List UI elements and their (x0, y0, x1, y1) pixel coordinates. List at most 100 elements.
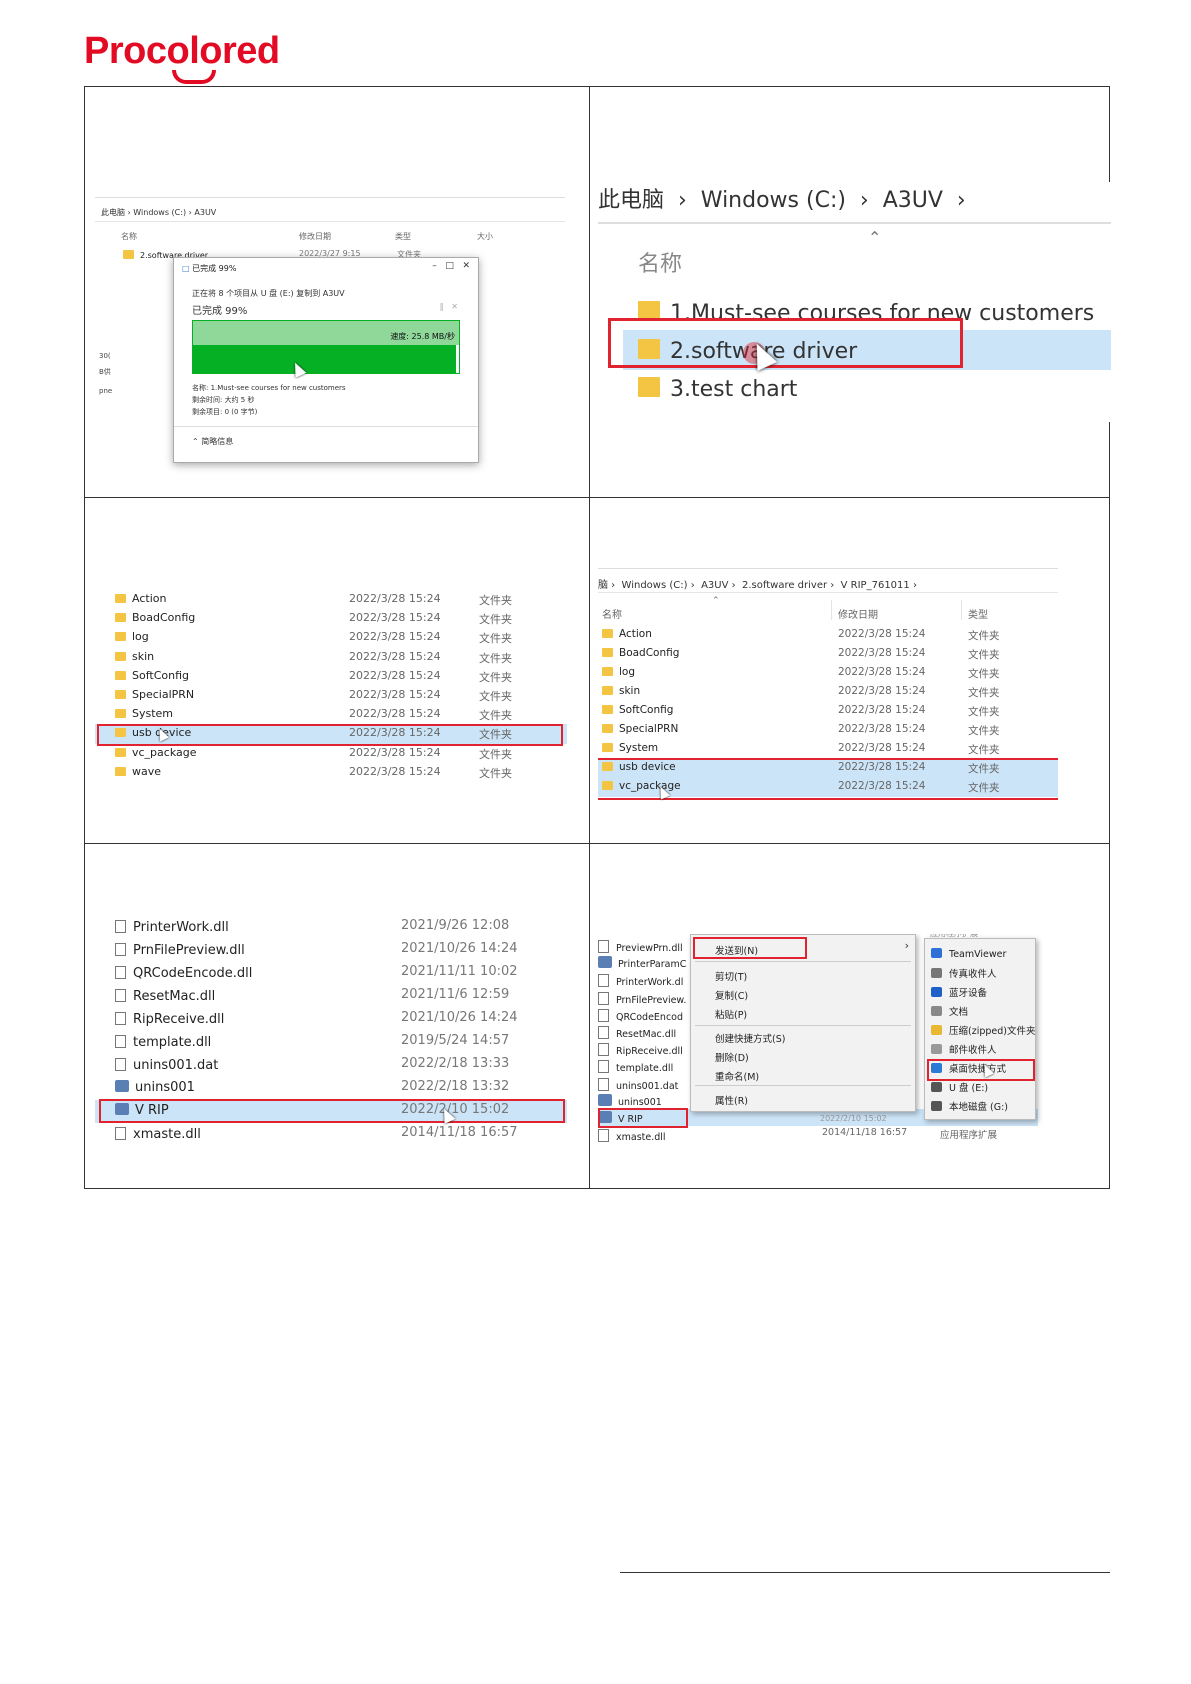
file-row[interactable]: RipReceive.dll (598, 1041, 693, 1058)
folder-row[interactable]: Action 2022/3/28 15:24 文件夹 (95, 592, 567, 611)
file-row[interactable]: ResetMac.dll (598, 1024, 693, 1041)
chevron-right-icon: › (904, 939, 909, 952)
file-row[interactable]: template.dll (598, 1058, 693, 1075)
col-date[interactable]: 修改日期 (838, 606, 878, 621)
folder-label: Action (619, 628, 652, 640)
context-menu-item[interactable]: 重命名(M) (715, 1069, 759, 1083)
folder-row[interactable]: vc_package 2022/3/28 15:24 文件夹 (95, 746, 567, 765)
time-line: 剩余时间: 大约 5 秒 (192, 396, 255, 404)
file-date: 2021/10/26 14:24 (401, 941, 518, 956)
pause-close[interactable]: ‖ ✕ (440, 302, 458, 311)
file-row[interactable]: xmaste.dll (598, 1127, 693, 1144)
col-type[interactable]: 类型 (395, 231, 411, 242)
submenu-item[interactable]: 文档 (931, 1004, 968, 1018)
folder-name: SpecialPRN (115, 688, 194, 701)
window-controls[interactable]: – □ ✕ (432, 261, 470, 271)
file-row[interactable]: QRCodeEncode.dll 2021/11/11 10:02 (95, 964, 567, 987)
file-row[interactable]: RipReceive.dll 2021/10/26 14:24 (95, 1010, 567, 1033)
breadcrumb: 此电脑 › Windows (C:) › A3UV (101, 208, 217, 217)
file-label: unins001.dat (616, 1080, 679, 1092)
context-menu-item[interactable]: 属性(R) (715, 1093, 748, 1107)
folder-name: BoadConfig (602, 647, 679, 659)
crumb[interactable]: Windows (C:) (622, 580, 688, 591)
col-name[interactable]: 名称 (121, 231, 137, 242)
file-row[interactable]: PreviewPrn.dll (598, 938, 693, 955)
crumb[interactable]: 脑 (598, 580, 608, 591)
submenu-item-icon (931, 948, 942, 958)
file-label: QRCodeEncod (616, 1011, 684, 1023)
file-row[interactable]: PrinterParamC (598, 955, 693, 972)
col-size[interactable]: 大小 (477, 231, 493, 242)
folder-row[interactable]: wave 2022/3/28 15:24 文件夹 (95, 765, 567, 784)
file-name: PrinterWork.dll (115, 918, 229, 935)
context-menu-item[interactable]: 粘贴(P) (715, 1007, 747, 1021)
folder-row[interactable]: SpecialPRN 2022/3/28 15:24 文件夹 (95, 688, 567, 707)
file-row[interactable]: template.dll 2019/5/24 14:57 (95, 1033, 567, 1056)
folder-icon (115, 690, 126, 699)
context-menu-item[interactable]: 复制(C) (715, 988, 748, 1002)
col-name[interactable]: 名称 (638, 246, 682, 278)
folder-label: SoftConfig (619, 704, 674, 716)
file-row[interactable]: PrnFilePreview. (598, 990, 693, 1007)
context-menu-item[interactable]: 删除(D) (715, 1050, 749, 1064)
context-menu-item[interactable]: 剪切(T) (715, 969, 747, 983)
folder-row[interactable]: BoadConfig 2022/3/28 15:24 文件夹 (95, 611, 567, 630)
folder-row[interactable]: SoftConfig 2022/3/28 15:24 文件夹 (598, 704, 1058, 723)
folder-row[interactable]: Action 2022/3/28 15:24 文件夹 (598, 628, 1058, 647)
panel-open-software-driver: 此电脑 › Windows (C:) › A3UV › ⌃ 名称 1.Must-… (590, 87, 1111, 497)
crumb[interactable]: V RIP_761011 (841, 580, 910, 591)
file-row[interactable]: ResetMac.dll 2021/11/6 12:59 (95, 987, 567, 1010)
crumb[interactable]: A3UV (701, 580, 728, 591)
crumb-folder[interactable]: A3UV (883, 188, 943, 213)
progress-text: 已完成 99% (192, 306, 248, 317)
col-date[interactable]: 修改日期 (299, 231, 331, 242)
crumb-drive[interactable]: Windows (C:) (701, 188, 846, 213)
submenu-item[interactable]: TeamViewer (931, 947, 1006, 960)
file-row[interactable]: QRCodeEncod (598, 1007, 693, 1024)
crumb-pc[interactable]: 此电脑 (598, 188, 664, 213)
folder-row[interactable]: log 2022/3/28 15:24 文件夹 (598, 666, 1058, 685)
submenu-item[interactable]: U 盘 (E:) (931, 1080, 988, 1094)
file-row[interactable]: unins001.dat 2022/2/18 13:33 (95, 1056, 567, 1079)
crumb[interactable]: 2.software driver (742, 580, 827, 591)
details-toggle[interactable]: ⌃ 简略信息 (192, 436, 233, 447)
file-label: PrinterParamC (618, 959, 687, 971)
crumb-folder[interactable]: A3UV (194, 208, 216, 217)
submenu-item[interactable]: 蓝牙设备 (931, 985, 987, 999)
col-name[interactable]: 名称 (602, 606, 622, 621)
crumb-pc[interactable]: 此电脑 (101, 208, 125, 217)
file-row[interactable]: xmaste.dll 2014/11/18 16:57 (95, 1125, 567, 1148)
file-icon (598, 1129, 609, 1143)
left-fragment: pne (99, 387, 113, 395)
folder-name: BoadConfig (115, 611, 195, 624)
folder-row[interactable]: BoadConfig 2022/3/28 15:24 文件夹 (598, 647, 1058, 666)
folder-label: usb device (619, 761, 676, 773)
file-list: PrinterWork.dll 2021/9/26 12:08 PrnFilePre… (95, 914, 567, 1164)
file-icon (598, 974, 609, 988)
submenu-item[interactable]: 压缩(zipped)文件夹 (931, 1023, 1035, 1037)
folder-row[interactable]: SpecialPRN 2022/3/28 15:24 文件夹 (598, 723, 1058, 742)
file-row[interactable]: PrinterWork.dl (598, 972, 693, 989)
folder-date: 2022/3/28 15:24 (838, 761, 926, 773)
folder-row[interactable]: SoftConfig 2022/3/28 15:24 文件夹 (95, 669, 567, 688)
file-row[interactable]: PrinterWork.dll 2021/9/26 12:08 (95, 918, 567, 941)
submenu-item[interactable]: 传真收件人 (931, 966, 997, 980)
context-menu-item[interactable]: 创建快捷方式(S) (715, 1031, 785, 1045)
file-row[interactable]: PrnFilePreview.dll 2021/10/26 14:24 (95, 941, 567, 964)
folder-item[interactable]: 3.test chart (638, 376, 797, 402)
panel-vrip-file: PrinterWork.dll 2021/9/26 12:08 PrnFilePre… (85, 844, 589, 1189)
file-name: template.dll (115, 1033, 211, 1050)
speed-label: 速度: 25.8 MB/秒 (390, 332, 455, 341)
file-date: 2021/11/6 12:59 (401, 987, 510, 1002)
folder-label: System (132, 707, 174, 721)
file-label: unins001 (618, 1096, 662, 1108)
submenu-item[interactable]: 邮件收件人 (931, 1042, 997, 1056)
folder-list: Action 2022/3/28 15:24 文件夹 BoadConfig 2022/3… (95, 590, 567, 796)
col-type[interactable]: 类型 (968, 606, 988, 621)
submenu-item[interactable]: 本地磁盘 (G:) (931, 1099, 1008, 1113)
folder-row[interactable]: skin 2022/3/28 15:24 文件夹 (598, 685, 1058, 704)
crumb-drive[interactable]: Windows (C:) (133, 208, 186, 217)
folder-row[interactable]: skin 2022/3/28 15:24 文件夹 (95, 650, 567, 669)
file-row[interactable]: unins001.dat (598, 1076, 693, 1093)
folder-row[interactable]: log 2022/3/28 15:24 文件夹 (95, 630, 567, 649)
